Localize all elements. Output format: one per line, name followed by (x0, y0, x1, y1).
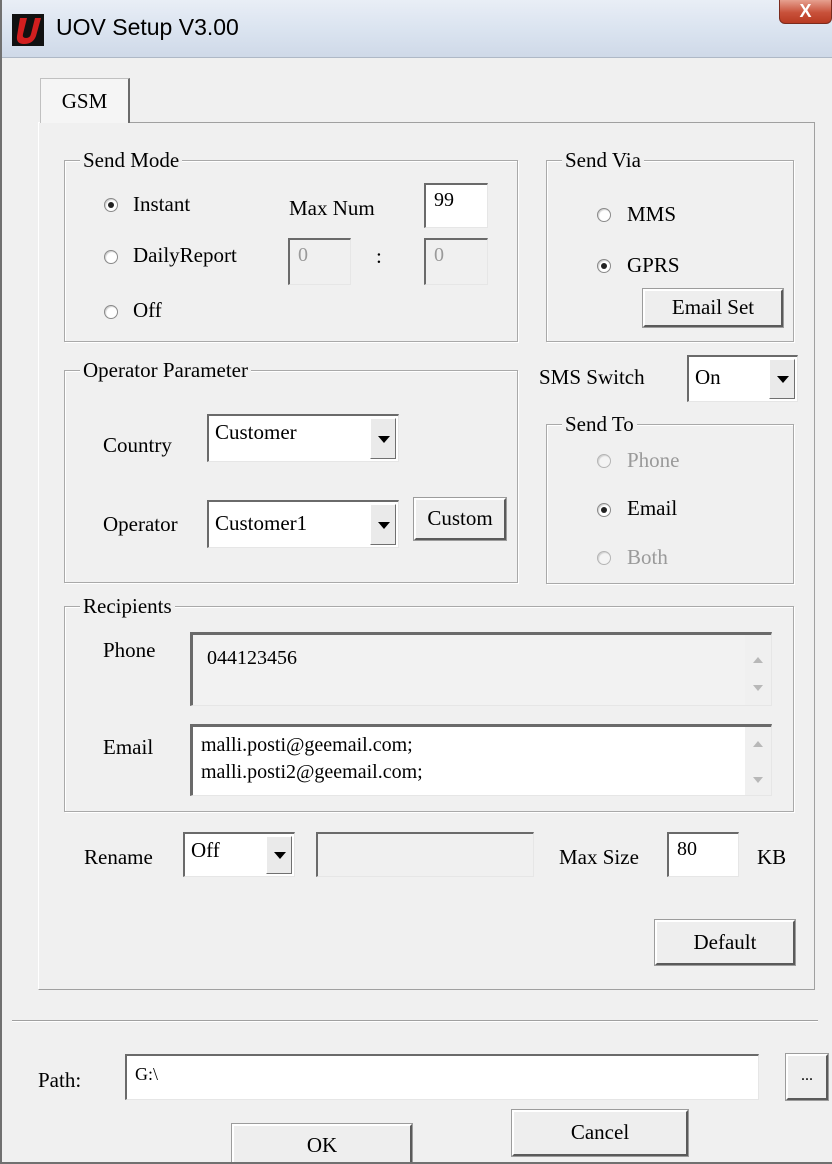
ok-button[interactable]: OK (231, 1123, 413, 1164)
rename-dropdown[interactable]: Off (183, 832, 295, 877)
radio-instant-label[interactable]: Instant (133, 192, 190, 217)
radio-gprs[interactable] (597, 259, 611, 273)
max-size-unit: KB (757, 845, 787, 869)
max-size-label: Max Size (559, 845, 639, 869)
operator-parameter-group (64, 370, 518, 583)
radio-mms-label[interactable]: MMS (627, 202, 676, 227)
radio-phone-label[interactable]: Phone (627, 448, 680, 473)
default-button[interactable]: Default (654, 919, 796, 966)
scroll-down-icon[interactable] (753, 777, 763, 783)
cancel-button[interactable]: Cancel (511, 1109, 689, 1157)
radio-gprs-label[interactable]: GPRS (627, 253, 680, 278)
radio-daily-report[interactable] (104, 250, 118, 264)
sms-switch-label: SMS Switch (539, 365, 645, 389)
operator-dropdown[interactable]: Customer1 (207, 500, 399, 548)
max-num-label: Max Num (289, 196, 375, 220)
radio-phone[interactable] (597, 454, 611, 468)
radio-daily-report-label[interactable]: DailyReport (133, 243, 237, 268)
email-lines: malli.posti@geemail.com; malli.posti2@ge… (201, 732, 423, 786)
phone-value: 044123456 (207, 647, 297, 669)
rename-value: Off (191, 838, 220, 862)
max-size-input[interactable]: 80 (667, 832, 739, 877)
app-logo-icon (12, 14, 44, 46)
chevron-down-icon[interactable] (266, 836, 292, 874)
max-num-input[interactable]: 99 (424, 183, 488, 228)
phone-label: Phone (103, 638, 156, 662)
phone-scrollbar[interactable] (745, 635, 771, 705)
window-title: UOV Setup V3.00 (56, 14, 239, 40)
radio-off[interactable] (104, 305, 118, 319)
radio-email-label[interactable]: Email (627, 496, 677, 521)
radio-instant[interactable] (104, 198, 118, 212)
radio-email[interactable] (597, 503, 611, 517)
country-dropdown[interactable]: Customer (207, 414, 399, 462)
email-set-button[interactable]: Email Set (642, 288, 784, 328)
email-label: Email (103, 735, 154, 759)
path-label: Path: (38, 1068, 82, 1092)
sms-switch-value: On (695, 365, 721, 389)
phone-textarea[interactable]: 044123456 (190, 632, 772, 706)
radio-both-label[interactable]: Both (627, 545, 668, 570)
operator-label: Operator (103, 512, 178, 536)
email-scrollbar[interactable] (745, 727, 771, 795)
operator-parameter-legend: Operator Parameter (80, 358, 251, 383)
scroll-up-icon[interactable] (753, 657, 763, 663)
radio-mms[interactable] (597, 208, 611, 222)
tab-strip-line (130, 122, 815, 123)
browse-button[interactable]: ... (785, 1053, 829, 1101)
close-button[interactable]: X (779, 0, 832, 24)
country-value: Customer (215, 420, 297, 444)
operator-value: Customer1 (215, 511, 308, 535)
daily-hour-input[interactable]: 0 (288, 238, 351, 285)
chevron-down-icon[interactable] (370, 418, 396, 459)
recipients-legend: Recipients (80, 594, 175, 619)
time-separator: : (376, 244, 382, 268)
rename-text-input[interactable] (316, 832, 534, 877)
email-textarea[interactable]: malli.posti@geemail.com; malli.posti2@ge… (190, 724, 772, 796)
chevron-down-icon[interactable] (769, 359, 795, 399)
sms-switch-dropdown[interactable]: On (687, 355, 798, 402)
email-line-2: malli.posti2@geemail.com; (201, 761, 423, 783)
scroll-down-icon[interactable] (753, 685, 763, 691)
path-input[interactable]: G:\ (125, 1054, 759, 1100)
tab-gsm[interactable]: GSM (40, 78, 130, 123)
send-mode-legend: Send Mode (80, 148, 183, 173)
custom-button[interactable]: Custom (413, 497, 507, 541)
radio-both[interactable] (597, 551, 611, 565)
email-line-1: malli.posti@geemail.com; (201, 734, 413, 756)
scroll-up-icon[interactable] (753, 741, 763, 747)
radio-off-label[interactable]: Off (133, 298, 162, 323)
rename-label: Rename (84, 845, 153, 869)
country-label: Country (103, 433, 172, 457)
chevron-down-icon[interactable] (370, 504, 396, 545)
send-to-legend: Send To (562, 412, 637, 437)
daily-minute-input[interactable]: 0 (424, 238, 488, 285)
send-via-legend: Send Via (562, 148, 644, 173)
separator-line (12, 1020, 818, 1022)
